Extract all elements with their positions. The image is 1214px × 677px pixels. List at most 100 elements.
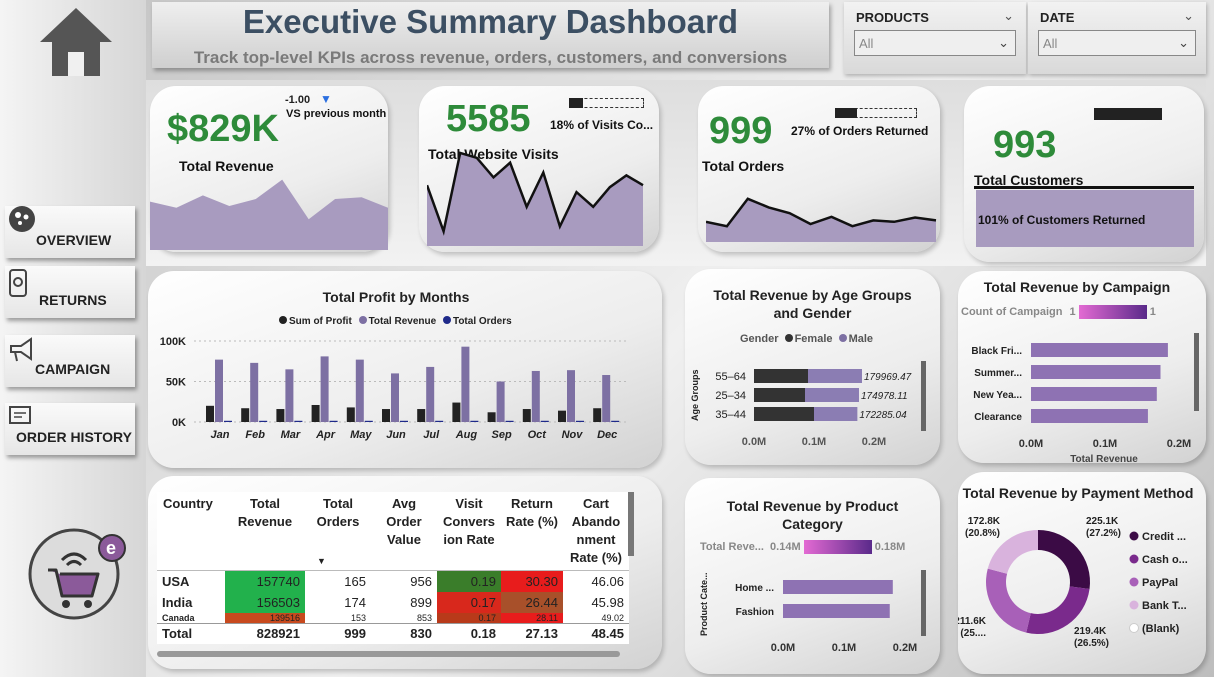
legend-max: 0.18M xyxy=(874,540,906,553)
kpi-revenue-delta: -1.00 xyxy=(285,94,311,106)
nav-order-history-button[interactable]: ORDER HISTORY xyxy=(5,403,135,455)
table-cell: 157740 xyxy=(225,570,305,592)
date-selected: All xyxy=(1043,36,1058,51)
bar xyxy=(311,404,320,422)
bar xyxy=(558,410,566,422)
bar xyxy=(382,409,390,422)
kpi-card-customers[interactable]: 993 Total Customers 101% of Customers Re… xyxy=(964,86,1204,262)
legend-label: PayPal xyxy=(1142,577,1178,589)
nav-overview-button[interactable]: OVERVIEW xyxy=(5,206,135,258)
donut-slice xyxy=(1038,530,1090,590)
chevron-down-icon[interactable]: ⌄ xyxy=(1003,8,1014,24)
nav-order-history-label: ORDER HISTORY xyxy=(16,429,132,445)
scrollbar[interactable] xyxy=(921,570,926,636)
payment-method-panel[interactable]: Total Revenue by Payment Method 225.1K (2… xyxy=(958,472,1206,674)
bar xyxy=(346,407,355,422)
profit-by-months-panel[interactable]: Total Profit by Months Sum of Profit Tot… xyxy=(148,271,662,468)
kpi-customers-progress xyxy=(1094,108,1162,120)
products-slicer-label: PRODUCTS xyxy=(856,10,929,25)
col-country[interactable]: Country xyxy=(157,492,225,571)
table-cell: 28.11 xyxy=(501,612,563,623)
table-total-cell: Total xyxy=(162,626,193,642)
col-total-revenue[interactable]: Total Revenue xyxy=(225,492,305,571)
kpi-revenue-value: $829K xyxy=(167,108,279,150)
kpi-visits-sparkline xyxy=(427,151,644,246)
nav-returns-button[interactable]: RETURNS xyxy=(5,266,135,318)
table-scrollbar-horizontal[interactable] xyxy=(157,651,620,657)
table-row[interactable]: India 156503 174 899 0.17 26.44 45.98 xyxy=(157,591,629,613)
bar xyxy=(496,381,505,422)
col-visit-conversion[interactable]: Visit Convers ion Rate xyxy=(437,492,501,571)
chevron-down-icon: ⌄ xyxy=(1178,35,1189,50)
x-tick-label: 0.2M xyxy=(862,436,886,448)
x-axis-label: Total Revenue xyxy=(1070,454,1138,463)
legend-dot xyxy=(1129,600,1139,610)
y-tick-label: 55–64 xyxy=(715,371,746,383)
table-row[interactable]: USA 157740 165 956 0.19 30.30 46.06 xyxy=(157,570,629,592)
y-tick-label: Clearance xyxy=(974,412,1022,423)
home-icon[interactable] xyxy=(38,6,114,78)
table-total-cell: 27.13 xyxy=(525,626,558,642)
table-scrollbar-vertical[interactable] xyxy=(628,492,634,556)
nav-campaign-label: CAMPAIGN xyxy=(35,361,111,377)
col-cart-abandonment[interactable]: Cart Abando nment Rate (%) xyxy=(563,492,629,571)
col-total-orders[interactable]: Total Orders ▼ xyxy=(305,492,371,571)
table-cell: 153 xyxy=(350,612,366,623)
products-selected: All xyxy=(859,36,874,51)
scrollbar[interactable] xyxy=(1194,333,1199,411)
legend-title: Gender xyxy=(740,333,779,345)
bar xyxy=(417,409,426,422)
bar xyxy=(611,420,620,422)
sort-desc-icon: ▼ xyxy=(317,556,326,566)
kpi-visits-sub: 18% of Visits Co... xyxy=(550,118,654,132)
date-dropdown[interactable]: All ⌄ xyxy=(1038,30,1196,56)
table-header-row: Country Total Revenue Total Orders ▼ Avg … xyxy=(157,492,629,571)
table-cell: 139516 xyxy=(225,612,305,623)
x-tick-label: 0.0M xyxy=(771,642,795,654)
table-cell: 956 xyxy=(410,573,432,589)
col-avg-order-value[interactable]: Avg Order Value xyxy=(371,492,437,571)
legend-dot xyxy=(784,334,793,342)
profit-bar-chart: 100K 50K 0K Jan Feb Mar Apr May Jun Jul Aug Sep Oct N… xyxy=(160,336,628,441)
data-label: 174978.11 xyxy=(861,391,908,402)
x-tick-label: Apr xyxy=(315,429,336,441)
campaign-panel[interactable]: Total Revenue by Campaign Count of Campa… xyxy=(958,271,1206,463)
x-tick-label: 0.0M xyxy=(742,436,766,448)
x-tick-label: May xyxy=(350,429,372,441)
kpi-orders-sub: 27% of Orders Returned xyxy=(791,124,929,138)
data-label: 179969.47 xyxy=(864,372,912,383)
age-gender-panel[interactable]: Total Revenue by Age Groups and Gender G… xyxy=(685,269,940,465)
col-return-rate[interactable]: Return Rate (%) xyxy=(501,492,563,571)
kpi-card-revenue[interactable]: $829K -1.00 ▼ VS previous month Total Re… xyxy=(150,86,388,252)
chevron-down-icon[interactable]: ⌄ xyxy=(1183,8,1194,24)
kpi-card-orders[interactable]: 999 27% of Orders Returned Total Orders xyxy=(698,86,940,252)
legend-min: 0.14M xyxy=(770,540,801,553)
bar xyxy=(241,408,250,422)
kpi-visits-value: 5585 xyxy=(446,98,531,140)
x-tick-label: Dec xyxy=(597,429,617,441)
legend-max: 1 xyxy=(1149,305,1156,318)
bar xyxy=(540,420,549,422)
profit-chart-legend: Sum of Profit Total Revenue Total Orders xyxy=(279,316,512,327)
bar xyxy=(461,346,470,422)
bar-male xyxy=(808,369,862,383)
x-tick-label: Jun xyxy=(386,429,406,441)
table-cell: USA xyxy=(162,573,190,589)
bar xyxy=(294,420,303,422)
kpi-card-visits[interactable]: 5585 18% of Visits Co... Total Website V… xyxy=(419,86,659,252)
products-slicer: PRODUCTS ⌄ All ⌄ xyxy=(844,2,1026,74)
table-row[interactable]: Canada 139516 153 853 0.17 28.11 49.02 xyxy=(157,612,629,623)
scrollbar[interactable] xyxy=(921,361,926,431)
chevron-down-icon: ⌄ xyxy=(998,35,1009,50)
nav-campaign-button[interactable]: CAMPAIGN xyxy=(5,335,135,387)
bar xyxy=(285,369,294,422)
legend-dot xyxy=(279,316,287,324)
legend-label: Cash o... xyxy=(1142,554,1188,566)
product-category-panel[interactable]: Total Revenue by Product Category Total … xyxy=(685,478,940,674)
table-cell: 156503 xyxy=(225,591,305,613)
bar xyxy=(224,420,232,422)
profit-chart-title: Total Profit by Months xyxy=(322,289,470,305)
products-dropdown[interactable]: All ⌄ xyxy=(854,30,1016,56)
legend-label: Total Orders xyxy=(452,316,512,327)
table-cell: 45.98 xyxy=(591,594,624,610)
